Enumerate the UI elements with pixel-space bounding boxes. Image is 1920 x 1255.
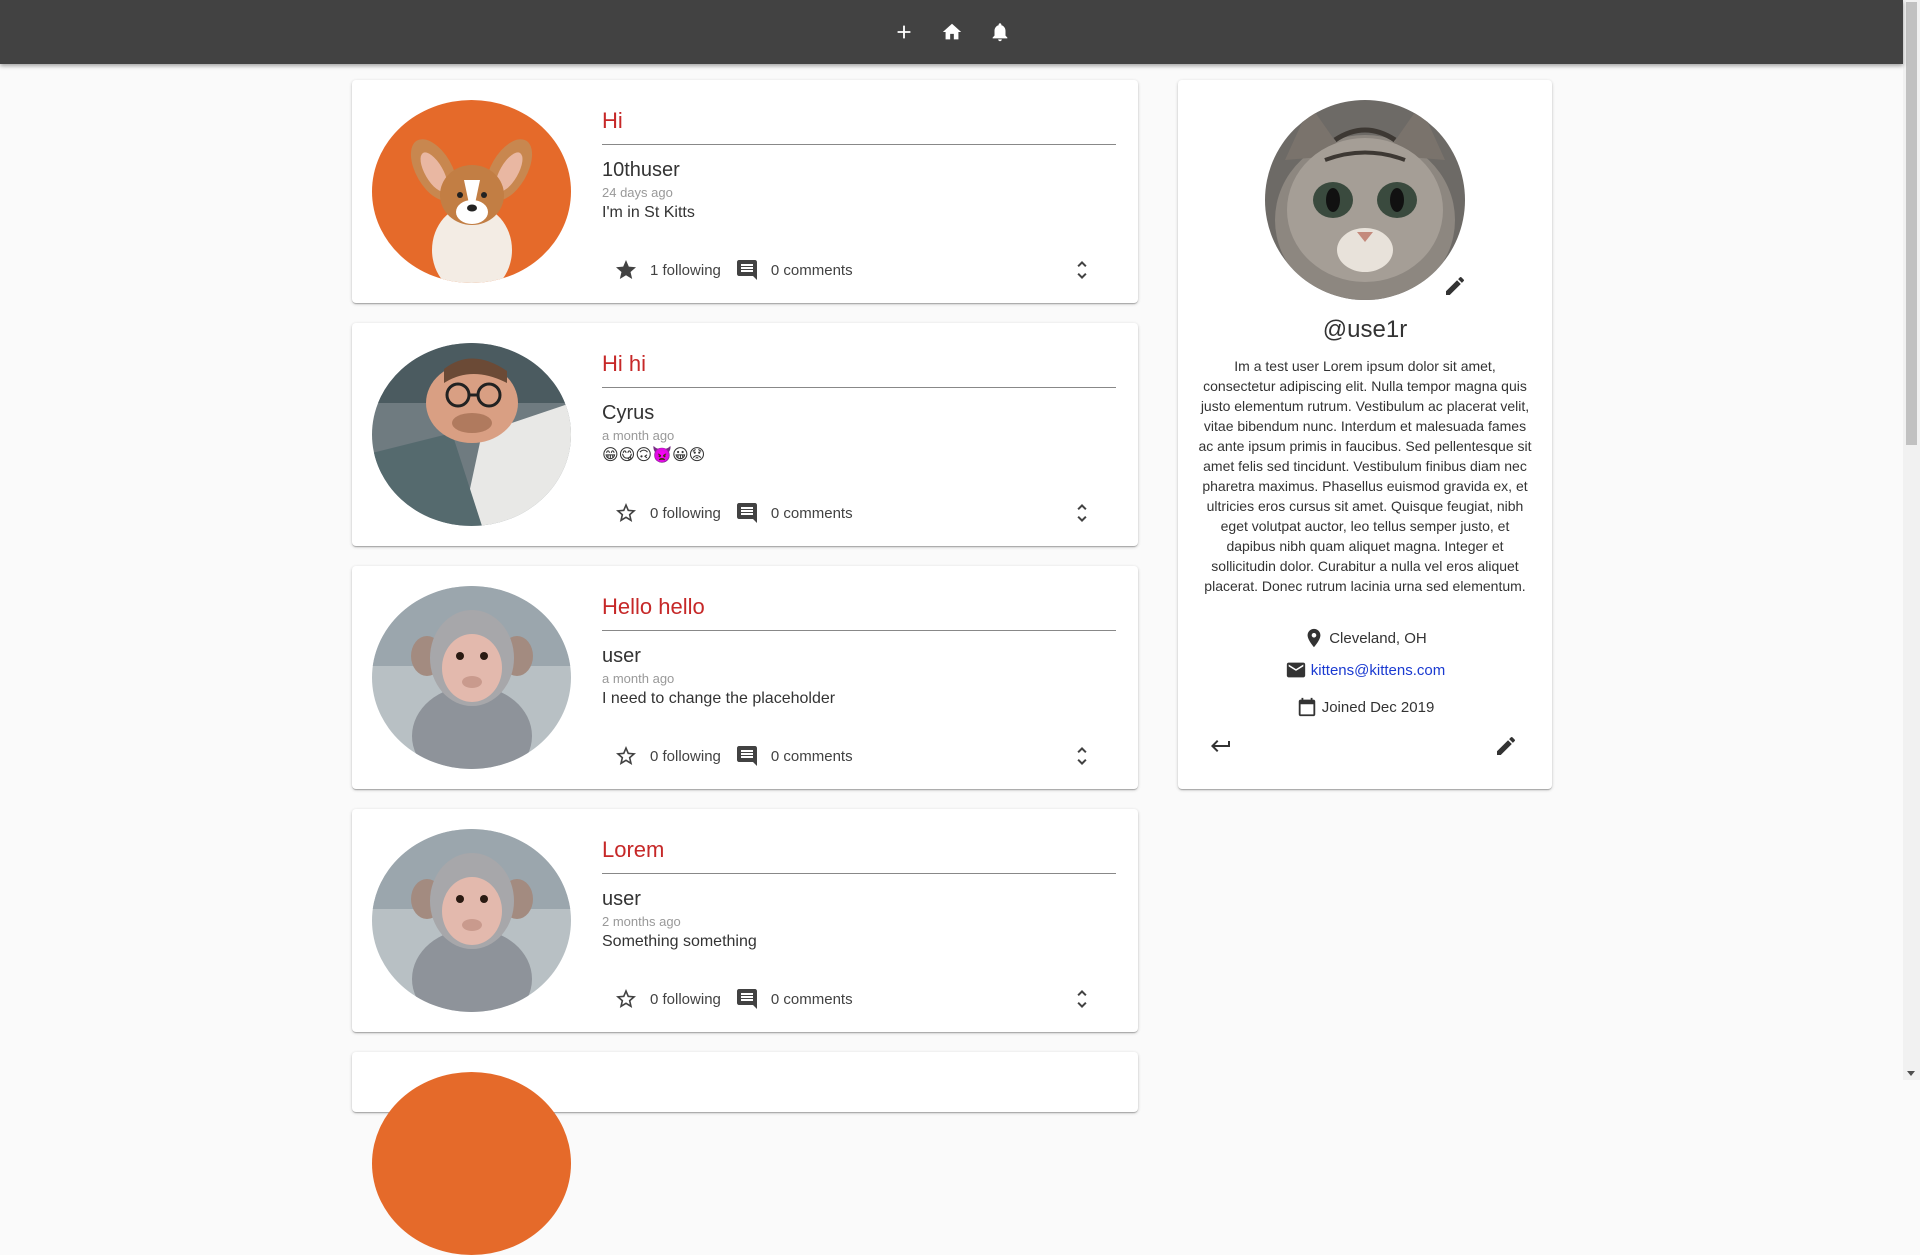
post-title[interactable]: Lorem [602, 829, 1116, 874]
comment-icon [736, 260, 757, 280]
profile-email: kittens@kittens.com [1178, 659, 1552, 681]
post-feed: Hi 10thuser 24 days ago I'm in St Kitts … [352, 80, 1138, 1255]
top-app-bar [0, 0, 1903, 64]
post-author: Cyrus [602, 402, 655, 424]
post-body: I'm in St Kitts [602, 204, 695, 221]
back-button[interactable] [1209, 734, 1233, 758]
home-button[interactable] [940, 20, 964, 44]
location-text: Cleveland, OH [1329, 629, 1427, 647]
following-count: 0 following [650, 990, 721, 1008]
post-card-partial [352, 1052, 1138, 1255]
scrollbar-thumb[interactable] [1906, 2, 1917, 445]
email-icon [1286, 662, 1305, 678]
post-author: user [602, 645, 641, 667]
unfold-more-icon [1077, 504, 1087, 522]
comment-icon [736, 503, 757, 523]
comments-button[interactable] [735, 987, 759, 1011]
comments-button[interactable] [735, 258, 759, 282]
post-avatar-monkey[interactable] [372, 829, 571, 1012]
post-time: 2 months ago [602, 914, 681, 929]
post-card: Lorem user 2 months ago Something someth… [352, 809, 1138, 1032]
post-card: Hello hello user a month ago I need to c… [352, 566, 1138, 789]
expand-button[interactable] [1070, 987, 1094, 1011]
profile-handle: @use1r [1322, 316, 1408, 343]
edit-profile-button[interactable] [1494, 734, 1518, 758]
post-title[interactable]: Hello hello [602, 586, 1116, 631]
post-actions: 0 following 0 comments [602, 987, 1116, 1011]
edit-pencil-icon [1446, 276, 1465, 295]
following-count: 0 following [650, 747, 721, 765]
scroll-down-arrow-icon[interactable] [1907, 1071, 1915, 1076]
profile-location: Cleveland, OH [1178, 627, 1552, 649]
follow-button[interactable] [614, 744, 638, 768]
expand-button[interactable] [1070, 744, 1094, 768]
expand-button[interactable] [1070, 501, 1094, 525]
post-time: 24 days ago [602, 185, 673, 200]
star-outline-icon [616, 503, 636, 522]
comment-icon [736, 989, 757, 1009]
star-outline-icon [616, 746, 636, 765]
add-post-button[interactable] [892, 20, 916, 44]
notifications-icon [992, 23, 1007, 42]
post-content: Lorem user 2 months ago Something someth… [602, 829, 1116, 1009]
edit-pencil-icon [1497, 736, 1516, 755]
profile-joined: Joined Dec 2019 [1178, 696, 1552, 718]
post-content: Hi hi Cyrus a month ago 😁😋🙃👿😀😟 0 followi… [602, 343, 1116, 523]
post-title[interactable]: Hi hi [602, 343, 1116, 388]
unfold-more-icon [1077, 261, 1087, 279]
comments-button[interactable] [735, 501, 759, 525]
unfold-more-icon [1077, 990, 1087, 1008]
home-icon [942, 23, 961, 40]
post-avatar-corgi[interactable] [372, 1072, 571, 1255]
follow-button[interactable] [614, 501, 638, 525]
star-outline-icon [616, 989, 636, 1008]
comments-button[interactable] [735, 744, 759, 768]
post-actions: 1 following 0 comments [602, 258, 1116, 282]
email-link[interactable]: kittens@kittens.com [1311, 662, 1445, 679]
notifications-button[interactable] [988, 20, 1012, 44]
follow-button[interactable] [614, 987, 638, 1011]
post-time: a month ago [602, 671, 675, 686]
calendar-icon [1298, 697, 1315, 717]
post-title[interactable]: Hi [602, 100, 1116, 145]
post-author: 10thuser [602, 159, 680, 181]
post-card: Hi 10thuser 24 days ago I'm in St Kitts … [352, 80, 1138, 303]
keyboard-return-icon [1211, 740, 1230, 752]
following-count: 1 following [650, 261, 721, 279]
joined-text: Joined Dec 2019 [1321, 698, 1435, 716]
expand-button[interactable] [1070, 258, 1094, 282]
profile-card: @use1r Im a test user Lorem ipsum dolor … [1178, 80, 1552, 789]
edit-photo-button[interactable] [1443, 274, 1467, 298]
comments-count[interactable]: 0 comments [771, 748, 853, 765]
comments-count[interactable]: 0 comments [771, 991, 853, 1008]
post-author: user [602, 888, 641, 910]
location-pin-icon [1307, 628, 1321, 648]
page-scrollbar[interactable] [1903, 0, 1920, 1080]
comments-count[interactable]: 0 comments [771, 505, 853, 522]
star-filled-icon [616, 260, 636, 279]
unfold-more-icon [1077, 747, 1087, 765]
following-count: 0 following [650, 504, 721, 522]
post-content: Hi 10thuser 24 days ago I'm in St Kitts … [602, 100, 1116, 280]
post-avatar-monkey[interactable] [372, 586, 571, 769]
post-body-emoji: 😁😋🙃👿😀😟 [602, 447, 706, 464]
post-time: a month ago [602, 428, 675, 443]
post-avatar-man[interactable] [372, 343, 571, 526]
post-actions: 0 following 0 comments [602, 744, 1116, 768]
post-body: I need to change the placeholder [602, 690, 836, 707]
post-avatar-corgi[interactable] [372, 100, 571, 283]
post-body: Something something [602, 933, 757, 950]
follow-button[interactable] [614, 258, 638, 282]
post-actions: 0 following 0 comments [602, 501, 1116, 525]
comments-count[interactable]: 0 comments [771, 262, 853, 279]
post-content: Hello hello user a month ago I need to c… [602, 586, 1116, 766]
comment-icon [736, 746, 757, 766]
post-card: Hi hi Cyrus a month ago 😁😋🙃👿😀😟 0 followi… [352, 323, 1138, 546]
profile-bio: Im a test user Lorem ipsum dolor sit ame… [1198, 358, 1532, 594]
profile-avatar-kitten [1265, 100, 1465, 300]
add-icon [897, 25, 910, 39]
